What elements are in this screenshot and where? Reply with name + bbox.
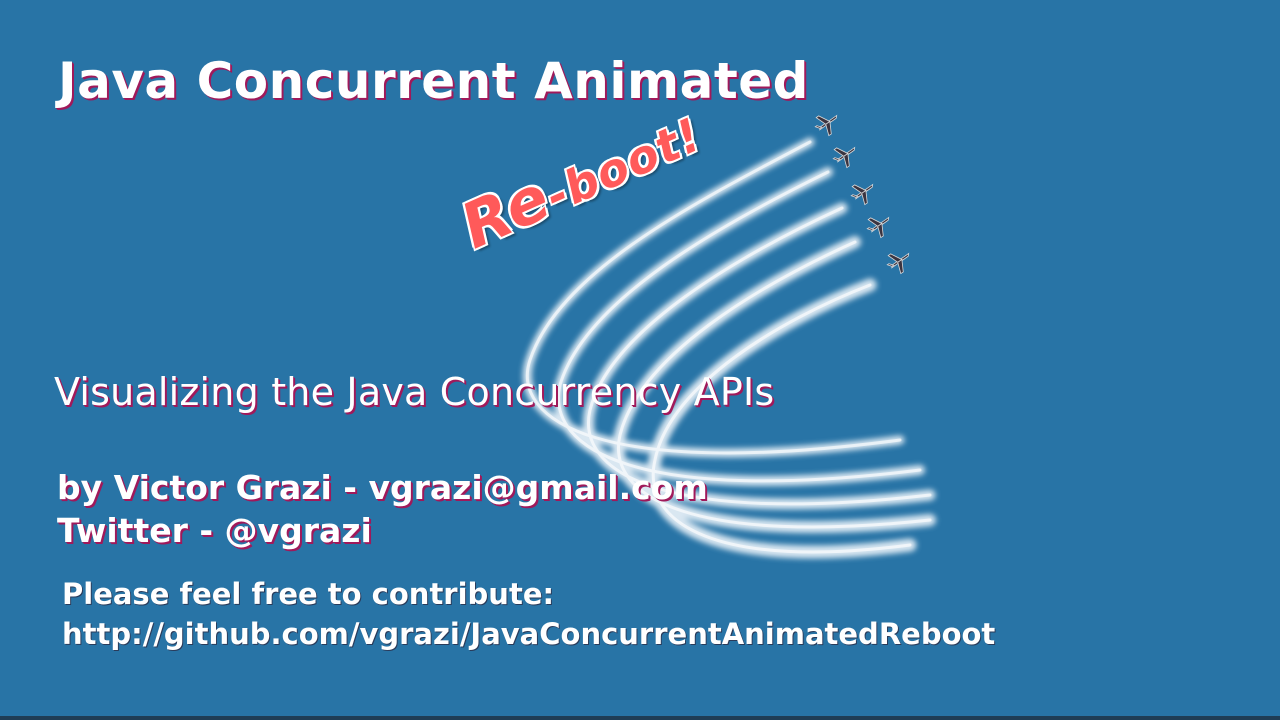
slide: Java Concurrent Animated Re-boot! Visual…	[0, 0, 1280, 720]
contribute-line: Please feel free to contribute:	[62, 577, 555, 611]
author-block: by Victor Grazi - vgrazi@gmail.com Twitt…	[57, 466, 708, 552]
repo-link[interactable]: http://github.com/vgrazi/JavaConcurrentA…	[62, 614, 995, 654]
slide-subtitle: Visualizing the Java Concurrency APIs	[54, 370, 775, 414]
slide-title: Java Concurrent Animated	[58, 52, 809, 110]
author-line: by Victor Grazi - vgrazi@gmail.com	[57, 468, 708, 507]
bottom-border	[0, 716, 1280, 720]
twitter-line: Twitter - @vgrazi	[57, 511, 372, 550]
contribute-block: Please feel free to contribute: http://g…	[62, 574, 995, 654]
